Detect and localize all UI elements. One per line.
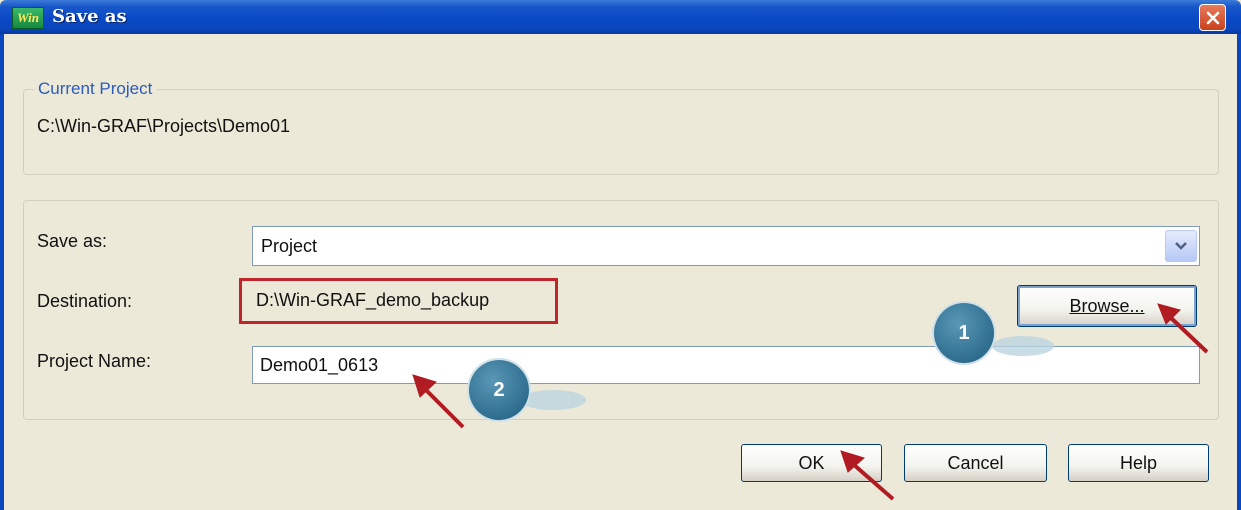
current-project-group-title: Current Project: [34, 79, 157, 99]
help-button-label: Help: [1119, 453, 1158, 473]
window-frame-right: [1237, 34, 1241, 510]
close-button[interactable]: [1199, 4, 1226, 31]
help-button[interactable]: Help: [1068, 444, 1209, 482]
current-project-path: C:\Win-GRAF\Projects\Demo01: [37, 116, 291, 136]
badge-2-shadow: [520, 390, 586, 410]
cancel-button-label: Cancel: [947, 453, 1004, 473]
title-bar[interactable]: Win Save as: [0, 0, 1241, 34]
step-2-badge: 2: [469, 360, 529, 420]
save-as-combobox[interactable]: Project: [252, 226, 1200, 266]
browse-button-label: Browse...: [1069, 296, 1145, 316]
save-as-dialog: Win Save as Current Project C:\Win-GRAF\…: [0, 0, 1241, 510]
ok-button-label: OK: [798, 453, 825, 473]
app-icon: Win: [12, 7, 44, 29]
dropdown-button[interactable]: [1165, 230, 1197, 262]
cancel-button[interactable]: Cancel: [904, 444, 1047, 482]
close-icon: [1206, 11, 1219, 24]
step-1-badge: 1: [934, 303, 994, 363]
window-frame-left: [0, 34, 4, 510]
destination-path: D:\Win-GRAF_demo_backup: [256, 290, 490, 310]
chevron-down-icon: [1175, 242, 1187, 250]
save-as-label: Save as:: [37, 231, 108, 251]
project-name-input[interactable]: Demo01_0613: [252, 346, 1200, 384]
badge-1-shadow: [992, 336, 1054, 356]
ok-button[interactable]: OK: [741, 444, 882, 482]
destination-label: Destination:: [37, 291, 133, 311]
window-title: Save as: [52, 6, 127, 27]
save-as-value: Project: [261, 236, 318, 256]
browse-button[interactable]: Browse...: [1017, 285, 1197, 327]
project-name-label: Project Name:: [37, 351, 152, 371]
project-name-value: Demo01_0613: [260, 355, 379, 375]
